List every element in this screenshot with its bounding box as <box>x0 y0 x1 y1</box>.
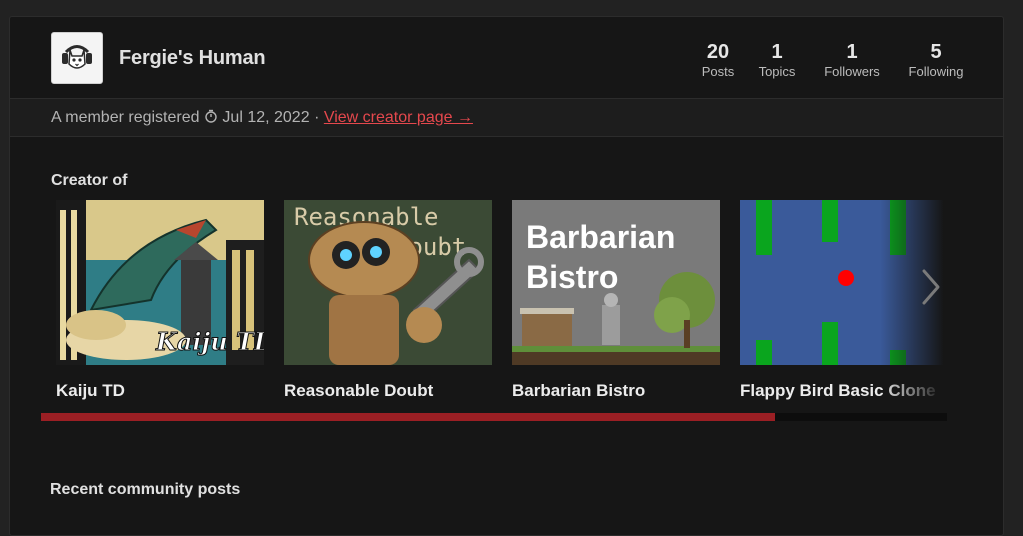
stat-following-label: Following <box>908 64 964 79</box>
profile-name: Fergie's Human <box>119 47 266 69</box>
game-title[interactable]: Barbarian Bistro <box>512 381 720 401</box>
game-thumbnail[interactable]: Barbarian Bistro <box>512 200 720 365</box>
view-creator-page-link[interactable]: View creator page → <box>324 109 473 126</box>
game-carousel: Kaiju TD Kaiju TD Reasonable Doubt Reason… <box>46 200 946 415</box>
member-registered-text: A member registered <box>51 109 200 126</box>
cat-headphones-icon <box>62 45 92 69</box>
chevron-right-icon[interactable] <box>918 265 944 309</box>
member-registered-date: Jul 12, 2022 <box>222 109 310 126</box>
recent-posts-heading: Recent community posts <box>50 481 241 498</box>
stat-followers-count: 1 <box>846 41 858 63</box>
game-card[interactable]: Reasonable Doubt Reasonable Doubt <box>284 200 492 401</box>
stat-followers[interactable]: 1 Followers <box>807 41 897 81</box>
carousel-scrollbar-thumb[interactable] <box>41 413 775 421</box>
game-thumbnail[interactable]: Reasonable Doubt <box>284 200 492 365</box>
creator-of-heading: Creator of <box>51 172 128 189</box>
member-info-bar: A member registered Jul 12, 2022 · View … <box>10 99 1003 137</box>
game-thumbnail[interactable]: Kaiju TD <box>56 200 264 365</box>
game-title[interactable]: Reasonable Doubt <box>284 381 492 401</box>
bistro-art: Barbarian Bistro <box>512 200 720 365</box>
stat-following-count: 5 <box>930 41 942 63</box>
game-title[interactable]: Kaiju TD <box>56 381 264 401</box>
profile-header: Fergie's Human 20 Posts 1 Topics 1 Follo… <box>10 17 1003 99</box>
game-card[interactable]: Kaiju TD Kaiju TD <box>56 200 264 401</box>
thumb-text: Kaiju TD <box>155 327 264 356</box>
kaiju-art: Kaiju TD <box>56 200 264 365</box>
stat-following[interactable]: 5 Following <box>891 41 981 81</box>
game-card[interactable]: Barbarian Bistro Barbarian Bistro <box>512 200 720 401</box>
separator-dot: · <box>314 109 320 126</box>
carousel-scrollbar[interactable] <box>41 413 947 421</box>
avatar[interactable] <box>51 32 103 84</box>
stopwatch-icon <box>205 109 217 123</box>
stat-followers-label: Followers <box>824 64 880 79</box>
robot-art: Reasonable Doubt <box>284 200 492 365</box>
